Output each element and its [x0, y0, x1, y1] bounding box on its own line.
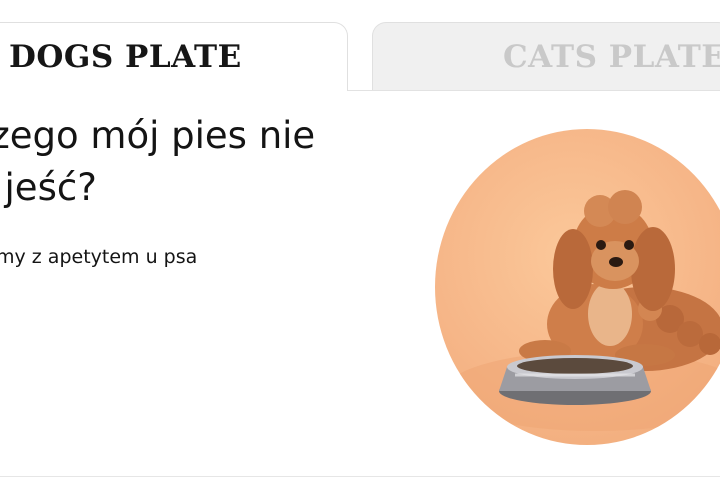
headline-line-2: e jeść?	[0, 166, 97, 209]
plate-tabs: DOGS PLATE CATS PLATE	[0, 0, 720, 92]
dog-figure	[519, 190, 720, 371]
content-bottom-divider	[0, 476, 720, 477]
article-headline[interactable]: czego mój pies nie e jeść?	[0, 110, 370, 214]
tab-cats-plate[interactable]: CATS PLATE	[372, 22, 720, 90]
tab-dogs-plate[interactable]: DOGS PLATE	[0, 22, 348, 91]
dog-bowl	[499, 355, 651, 405]
tab-cats-plate-label: CATS PLATE	[503, 38, 720, 75]
dog-with-bowl-illustration	[445, 190, 720, 431]
tab-dogs-plate-label: DOGS PLATE	[9, 39, 242, 75]
article-subline: my z apetytem u psa	[0, 246, 198, 268]
headline-line-1: czego mój pies nie	[0, 114, 316, 157]
page: DOGS PLATE CATS PLATE czego mój pies nie…	[0, 0, 720, 500]
dog-with-bowl-image	[435, 129, 720, 445]
